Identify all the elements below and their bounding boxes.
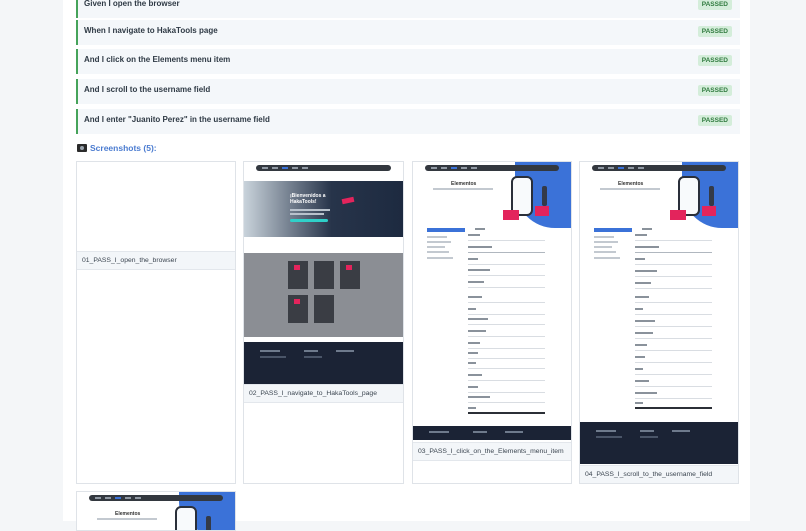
status-badge: PASSED xyxy=(697,85,732,96)
camera-icon xyxy=(77,144,87,152)
screenshot-thumbnail[interactable]: Elementos xyxy=(77,492,235,530)
caption-text: 01_PASS_I_open_the_browser xyxy=(82,257,177,264)
thumb-heading: Elementos xyxy=(618,181,644,187)
screenshot-card[interactable]: Elementos xyxy=(76,491,236,531)
screenshot-caption: 03_PASS_I_click_on_the_Elements_menu_ite… xyxy=(413,442,571,461)
thumb-footer xyxy=(244,342,403,384)
screenshot-thumbnail[interactable] xyxy=(77,162,235,251)
status-badge: PASSED xyxy=(697,55,732,66)
thumb-navbar xyxy=(89,495,223,501)
thumb-navbar xyxy=(425,165,559,171)
screenshot-caption: 01_PASS_I_open_the_browser xyxy=(77,251,235,270)
screenshot-card[interactable]: ¡Bienvenidos a HakaTools! 02_PASS_I_navi… xyxy=(243,161,404,484)
screenshot-thumbnail[interactable]: Elementos xyxy=(413,162,571,440)
step-text: And I scroll to the username field xyxy=(84,85,211,94)
step-row: And I scroll to the username field PASSE… xyxy=(76,79,740,104)
screenshots-title: Screenshots (5): xyxy=(77,143,157,153)
thumb-cards-section xyxy=(244,253,403,337)
status-badge: PASSED xyxy=(697,26,732,37)
caption-text: 02_PASS_I_navigate_to_HakaTools_page xyxy=(249,390,377,397)
hero-title: ¡Bienvenidos a HakaTools! xyxy=(290,193,326,205)
screenshot-card[interactable]: 01_PASS_I_open_the_browser xyxy=(76,161,236,484)
thumb-footer xyxy=(413,426,571,440)
thumb-navbar xyxy=(256,165,391,171)
screenshot-thumbnail[interactable]: Elementos xyxy=(580,162,738,464)
screenshot-thumbnail[interactable]: ¡Bienvenidos a HakaTools! xyxy=(244,162,403,384)
screenshot-card[interactable]: Elementos 03_PASS_I_click_on_the_Element… xyxy=(412,161,572,484)
step-row: And I click on the Elements menu item PA… xyxy=(76,49,740,74)
screenshots-title-label: Screenshots (5): xyxy=(90,143,157,153)
step-row: Given I open the browser PASSED xyxy=(76,0,740,18)
status-badge: PASSED xyxy=(697,115,732,126)
step-text: Given I open the browser xyxy=(84,0,180,8)
caption-text: 04_PASS_I_scroll_to_the_username_field xyxy=(585,471,713,478)
caption-text: 03_PASS_I_click_on_the_Elements_menu_ite… xyxy=(418,448,564,455)
step-text: And I click on the Elements menu item xyxy=(84,55,231,64)
status-badge: PASSED xyxy=(697,0,732,10)
thumb-heading: Elementos xyxy=(451,181,477,187)
step-text: When I navigate to HakaTools page xyxy=(84,26,218,35)
step-row: And I enter "Juanito Perez" in the usern… xyxy=(76,109,740,134)
screenshot-card[interactable]: Elementos xyxy=(579,161,739,484)
screenshot-caption: 04_PASS_I_scroll_to_the_username_field xyxy=(580,465,738,483)
screenshot-caption: 02_PASS_I_navigate_to_HakaTools_page xyxy=(244,384,403,403)
thumb-hero: ¡Bienvenidos a HakaTools! xyxy=(244,181,403,237)
thumb-footer xyxy=(580,422,738,464)
step-row: When I navigate to HakaTools page PASSED xyxy=(76,20,740,45)
thumb-navbar xyxy=(592,165,726,171)
step-text: And I enter "Juanito Perez" in the usern… xyxy=(84,115,270,124)
thumb-heading: Elementos xyxy=(115,511,141,517)
